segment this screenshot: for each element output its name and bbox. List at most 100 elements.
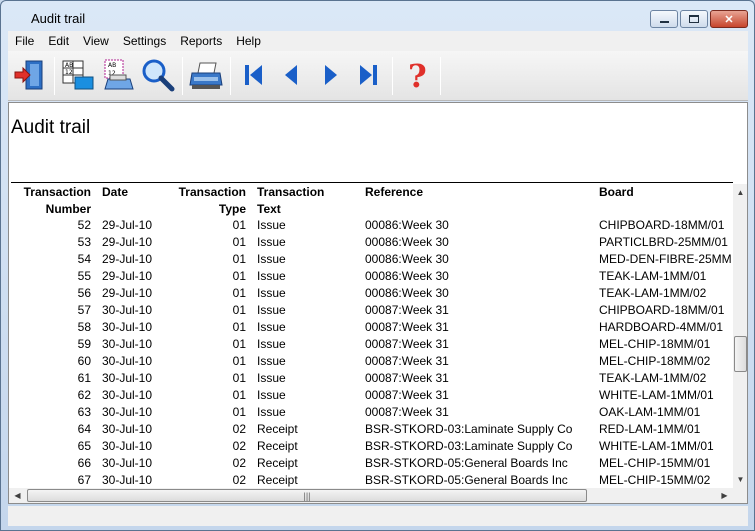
cell-reference: 00087:Week 31 xyxy=(365,354,449,368)
cell-date: 29-Jul-10 xyxy=(102,269,153,283)
cell-board: TEAK-LAM-1MM/02 xyxy=(599,371,707,385)
menu-edit[interactable]: Edit xyxy=(41,34,76,48)
cell-transaction-text: Issue xyxy=(257,235,286,249)
cell-transaction-type: 01 xyxy=(232,252,246,266)
exit-icon xyxy=(14,60,43,90)
exit-button[interactable] xyxy=(12,57,48,93)
first-record-button[interactable] xyxy=(236,57,272,93)
table-row[interactable]: 67 30-Jul-10 02 Receipt BSR-STKORD-05:Genera… xyxy=(9,472,733,489)
window-title: Audit trail xyxy=(31,11,86,26)
column-header-transaction-text: Transaction Text xyxy=(257,184,324,218)
cell-reference: 00086:Week 30 xyxy=(365,218,449,232)
report-layout-button[interactable]: AB 12 xyxy=(60,57,96,93)
cell-board: TEAK-LAM-1MM/01 xyxy=(599,269,707,283)
cell-reference: 00087:Week 31 xyxy=(365,303,449,317)
table-row[interactable]: 56 29-Jul-10 01 Issue 00086:Week 30 TEAK-LAM-… xyxy=(9,285,733,302)
cell-board: CHIPBOARD-18MM/01 xyxy=(599,218,725,232)
close-button[interactable]: ✕ xyxy=(710,10,748,28)
report-view: Audit trail Transaction Number Date Tran… xyxy=(8,102,748,504)
report-layout-icon: AB 12 xyxy=(62,60,94,90)
header-divider xyxy=(11,182,733,183)
cell-transaction-number: 59 xyxy=(77,337,91,351)
print-setup-button[interactable]: AB 12 xyxy=(100,57,136,93)
table-row[interactable]: 52 29-Jul-10 01 Issue 00086:Week 30 CHIPBOARD… xyxy=(9,217,733,234)
menu-settings[interactable]: Settings xyxy=(116,34,173,48)
table-row[interactable]: 61 30-Jul-10 01 Issue 00087:Week 31 TEAK-LAM-… xyxy=(9,370,733,387)
table-row[interactable]: 65 30-Jul-10 02 Receipt BSR-STKORD-03:Lamina… xyxy=(9,438,733,455)
horizontal-scrollbar[interactable]: ◀ ||| ▶ xyxy=(9,488,733,503)
cell-reference: 00086:Week 30 xyxy=(365,269,449,283)
header-line: Reference xyxy=(365,185,424,199)
cell-date: 29-Jul-10 xyxy=(102,252,153,266)
menu-file[interactable]: File xyxy=(8,34,41,48)
cell-reference: BSR-STKORD-05:General Boards Inc xyxy=(365,473,568,487)
cell-transaction-number: 61 xyxy=(77,371,91,385)
toolbar-separator xyxy=(392,57,393,95)
table-row[interactable]: 57 30-Jul-10 01 Issue 00087:Week 31 CHIPBOARD… xyxy=(9,302,733,319)
cell-board: MEL-CHIP-18MM/02 xyxy=(599,354,711,368)
previous-record-button[interactable] xyxy=(274,57,310,93)
scroll-left-arrow-icon[interactable]: ◀ xyxy=(9,488,26,503)
cell-board: TEAK-LAM-1MM/02 xyxy=(599,286,707,300)
cell-transaction-text: Issue xyxy=(257,286,286,300)
cell-transaction-number: 54 xyxy=(77,252,91,266)
svg-text:AB: AB xyxy=(108,62,116,69)
cell-transaction-number: 52 xyxy=(77,218,91,232)
cell-board: MED-DEN-FIBRE-25MM xyxy=(599,252,731,266)
menu-reports[interactable]: Reports xyxy=(173,34,229,48)
scroll-up-arrow-icon[interactable]: ▲ xyxy=(733,184,747,201)
grip-icon: ||| xyxy=(303,490,311,501)
menu-view[interactable]: View xyxy=(76,34,116,48)
print-button[interactable] xyxy=(188,57,224,93)
cell-board: RED-LAM-1MM/01 xyxy=(599,422,701,436)
status-bar xyxy=(8,506,748,526)
header-line: Date xyxy=(102,185,129,199)
cell-transaction-number: 60 xyxy=(77,354,91,368)
header-line: Number xyxy=(45,202,91,216)
cell-board: OAK-LAM-1MM/01 xyxy=(599,405,701,419)
cell-transaction-number: 63 xyxy=(77,405,91,419)
scroll-down-arrow-icon[interactable]: ▼ xyxy=(733,471,747,488)
last-record-button[interactable] xyxy=(350,57,386,93)
vertical-scroll-thumb[interactable] xyxy=(734,336,747,372)
menu-help[interactable]: Help xyxy=(229,34,268,48)
cell-reference: 00087:Week 31 xyxy=(365,388,449,402)
vertical-scrollbar[interactable]: ▲ ▼ xyxy=(733,184,747,488)
table-row[interactable]: 62 30-Jul-10 01 Issue 00087:Week 31 WHITE-LAM… xyxy=(9,387,733,404)
header-line: Transaction xyxy=(23,185,91,199)
cell-transaction-text: Issue xyxy=(257,337,286,351)
title-bar[interactable]: Audit trail ✕ xyxy=(1,1,754,31)
cell-transaction-number: 58 xyxy=(77,320,91,334)
table-row[interactable]: 55 29-Jul-10 01 Issue 00086:Week 30 TEAK-LAM-… xyxy=(9,268,733,285)
cell-board: MEL-CHIP-15MM/01 xyxy=(599,456,711,470)
toolbar-separator xyxy=(230,57,231,95)
search-button[interactable] xyxy=(140,57,176,93)
cell-date: 30-Jul-10 xyxy=(102,303,153,317)
table-row[interactable]: 63 30-Jul-10 01 Issue 00087:Week 31 OAK-LAM-1… xyxy=(9,404,733,421)
cell-date: 30-Jul-10 xyxy=(102,337,153,351)
cell-transaction-type: 01 xyxy=(232,269,246,283)
maximize-button[interactable] xyxy=(680,10,708,28)
minimize-button[interactable] xyxy=(650,10,678,28)
header-line: Text xyxy=(257,202,281,216)
table-row[interactable]: 54 29-Jul-10 01 Issue 00086:Week 30 MED-DEN-F… xyxy=(9,251,733,268)
table-row[interactable]: 53 29-Jul-10 01 Issue 00086:Week 30 PARTICLBR… xyxy=(9,234,733,251)
horizontal-scroll-thumb[interactable]: ||| xyxy=(27,489,587,502)
cell-transaction-type: 02 xyxy=(232,422,246,436)
help-button[interactable]: ? xyxy=(398,57,434,95)
scroll-right-arrow-icon[interactable]: ▶ xyxy=(716,488,733,503)
table-row[interactable]: 64 30-Jul-10 02 Receipt BSR-STKORD-03:Lamina… xyxy=(9,421,733,438)
table-row[interactable]: 60 30-Jul-10 01 Issue 00087:Week 31 MEL-CHIP-… xyxy=(9,353,733,370)
toolbar-separator xyxy=(440,57,441,95)
cell-date: 30-Jul-10 xyxy=(102,439,153,453)
table-row[interactable]: 59 30-Jul-10 01 Issue 00087:Week 31 MEL-CHIP-… xyxy=(9,336,733,353)
cell-transaction-text: Issue xyxy=(257,354,286,368)
cell-transaction-text: Issue xyxy=(257,303,286,317)
cell-transaction-type: 01 xyxy=(232,371,246,385)
table-row[interactable]: 66 30-Jul-10 02 Receipt BSR-STKORD-05:Genera… xyxy=(9,455,733,472)
cell-date: 30-Jul-10 xyxy=(102,371,153,385)
cell-board: MEL-CHIP-18MM/01 xyxy=(599,337,711,351)
cell-board: WHITE-LAM-1MM/01 xyxy=(599,388,714,402)
next-record-button[interactable] xyxy=(312,57,348,93)
table-row[interactable]: 58 30-Jul-10 01 Issue 00087:Week 31 HARDBOARD… xyxy=(9,319,733,336)
